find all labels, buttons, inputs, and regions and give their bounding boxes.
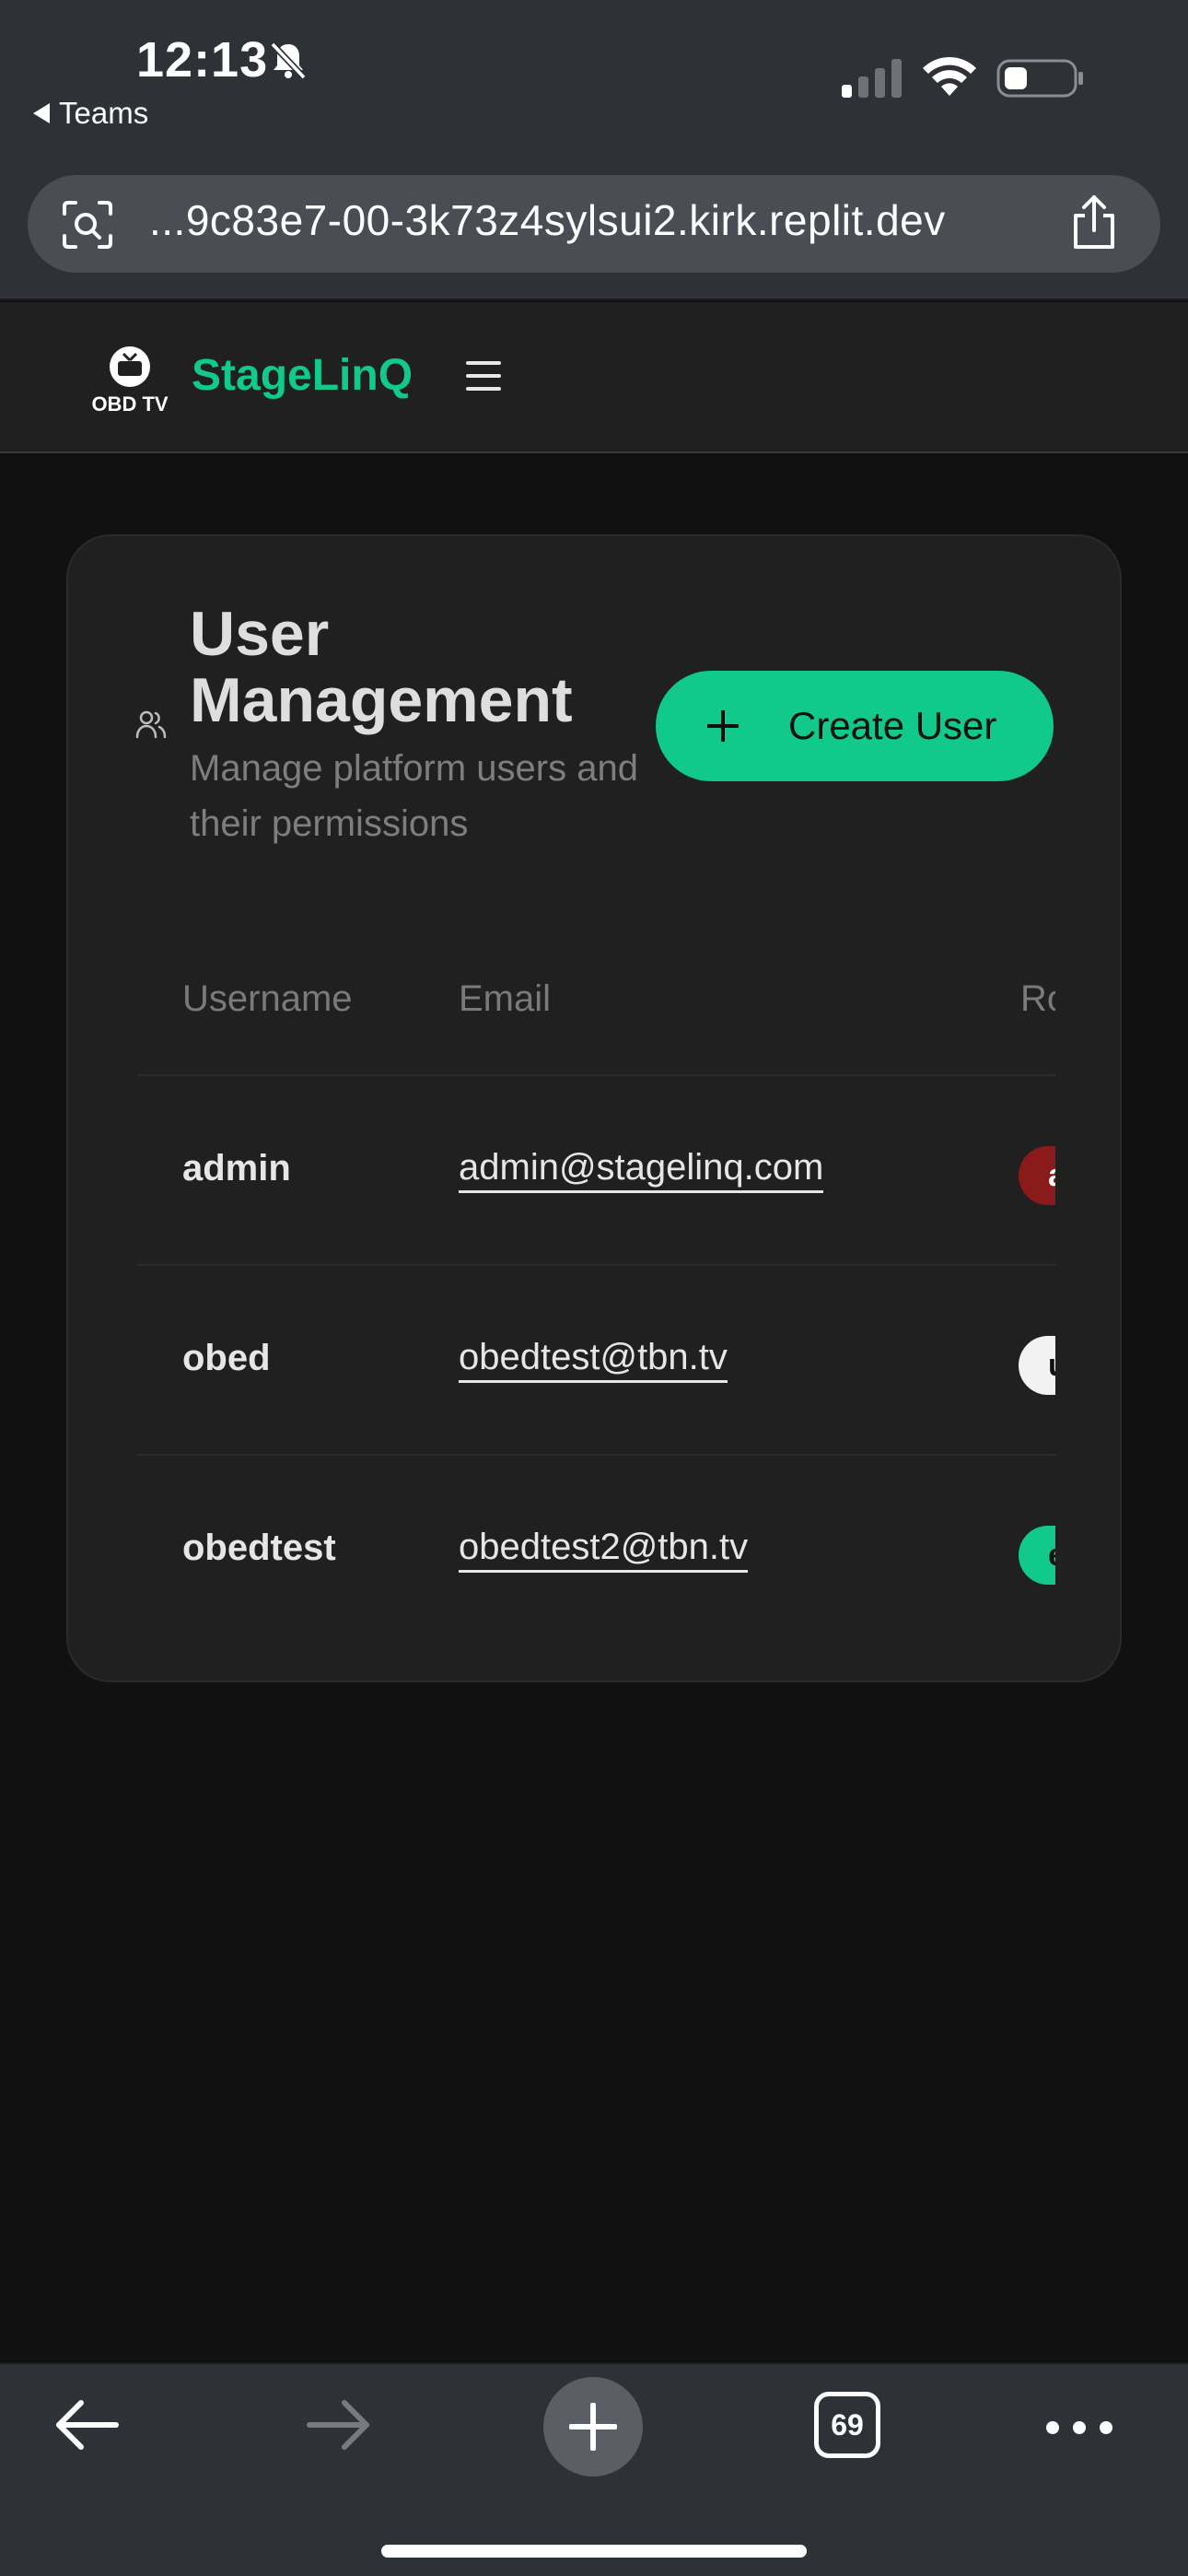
email-link[interactable]: admin@stagelinq.com <box>459 1146 824 1193</box>
header-email[interactable]: Email <box>459 978 551 1020</box>
username-cell: admin <box>182 1148 291 1188</box>
url-text[interactable]: ...9c83e7-00-3k73z4sylsui2.kirk.replit.d… <box>149 195 946 245</box>
visual-lookup-icon[interactable] <box>61 199 114 251</box>
new-tab-icon[interactable] <box>543 2377 643 2476</box>
email-link[interactable]: obedtest2@tbn.tv <box>459 1526 749 1573</box>
more-icon[interactable] <box>1046 2421 1112 2436</box>
browser-bottom-toolbar: 69 <box>0 2362 1188 2576</box>
email-link[interactable]: obedtest@tbn.tv <box>459 1336 728 1383</box>
brand-name[interactable]: StageLinQ <box>192 350 413 401</box>
battery-icon <box>996 59 1083 98</box>
users-table: Username Email Role admin admin@stagelin… <box>138 942 1055 1645</box>
username-cell: obed <box>182 1338 271 1378</box>
back-app-label: Teams <box>59 96 149 130</box>
table-row[interactable]: admin admin@stagelinq.com admin <box>138 1076 1055 1266</box>
username-cell: obedtest <box>182 1528 336 1568</box>
hamburger-menu-icon[interactable] <box>466 361 501 394</box>
role-badge: user <box>1019 1336 1055 1395</box>
bell-slash-icon <box>270 41 307 80</box>
table-row[interactable]: obedtest obedtest2@tbn.tv engineer <box>138 1456 1055 1645</box>
wifi-icon <box>923 56 976 96</box>
cellular-signal-icon <box>842 59 902 98</box>
user-management-card: User Management Manage platform users an… <box>66 534 1122 1682</box>
header-role[interactable]: Role <box>1020 978 1055 1020</box>
page-subtitle: Manage platform users and their permissi… <box>190 748 638 844</box>
table-header: Username Email Role <box>138 942 1055 1076</box>
browser-top-bar: 12:13 Teams ...9c83e7-00-3k73z4sylsui2.k… <box>0 0 1188 300</box>
create-user-label: Create User <box>788 704 997 747</box>
page-title: User Management <box>190 599 573 735</box>
share-icon[interactable] <box>1068 193 1120 252</box>
tabs-icon[interactable]: 69 <box>814 2392 880 2458</box>
header-username[interactable]: Username <box>182 978 353 1020</box>
role-badge: engineer <box>1019 1526 1055 1585</box>
forward-arrow-icon[interactable] <box>306 2397 372 2453</box>
users-icon <box>135 710 167 739</box>
role-badge: admin <box>1019 1146 1055 1205</box>
address-bar[interactable]: ...9c83e7-00-3k73z4sylsui2.kirk.replit.d… <box>28 175 1160 273</box>
create-user-button[interactable]: Create User <box>656 671 1054 781</box>
obd-tv-logo[interactable]: OBD TV <box>88 345 171 415</box>
app-header: OBD TV StageLinQ <box>0 302 1188 453</box>
logo-text: OBD TV <box>91 392 168 415</box>
back-triangle-icon <box>33 103 50 123</box>
home-indicator <box>381 2545 807 2558</box>
table-row[interactable]: obed obedtest@tbn.tv user <box>138 1266 1055 1456</box>
back-arrow-icon[interactable] <box>53 2397 120 2453</box>
back-to-app-link[interactable]: Teams <box>33 96 148 131</box>
plus-icon <box>707 710 739 742</box>
status-time: 12:13 <box>136 32 269 88</box>
